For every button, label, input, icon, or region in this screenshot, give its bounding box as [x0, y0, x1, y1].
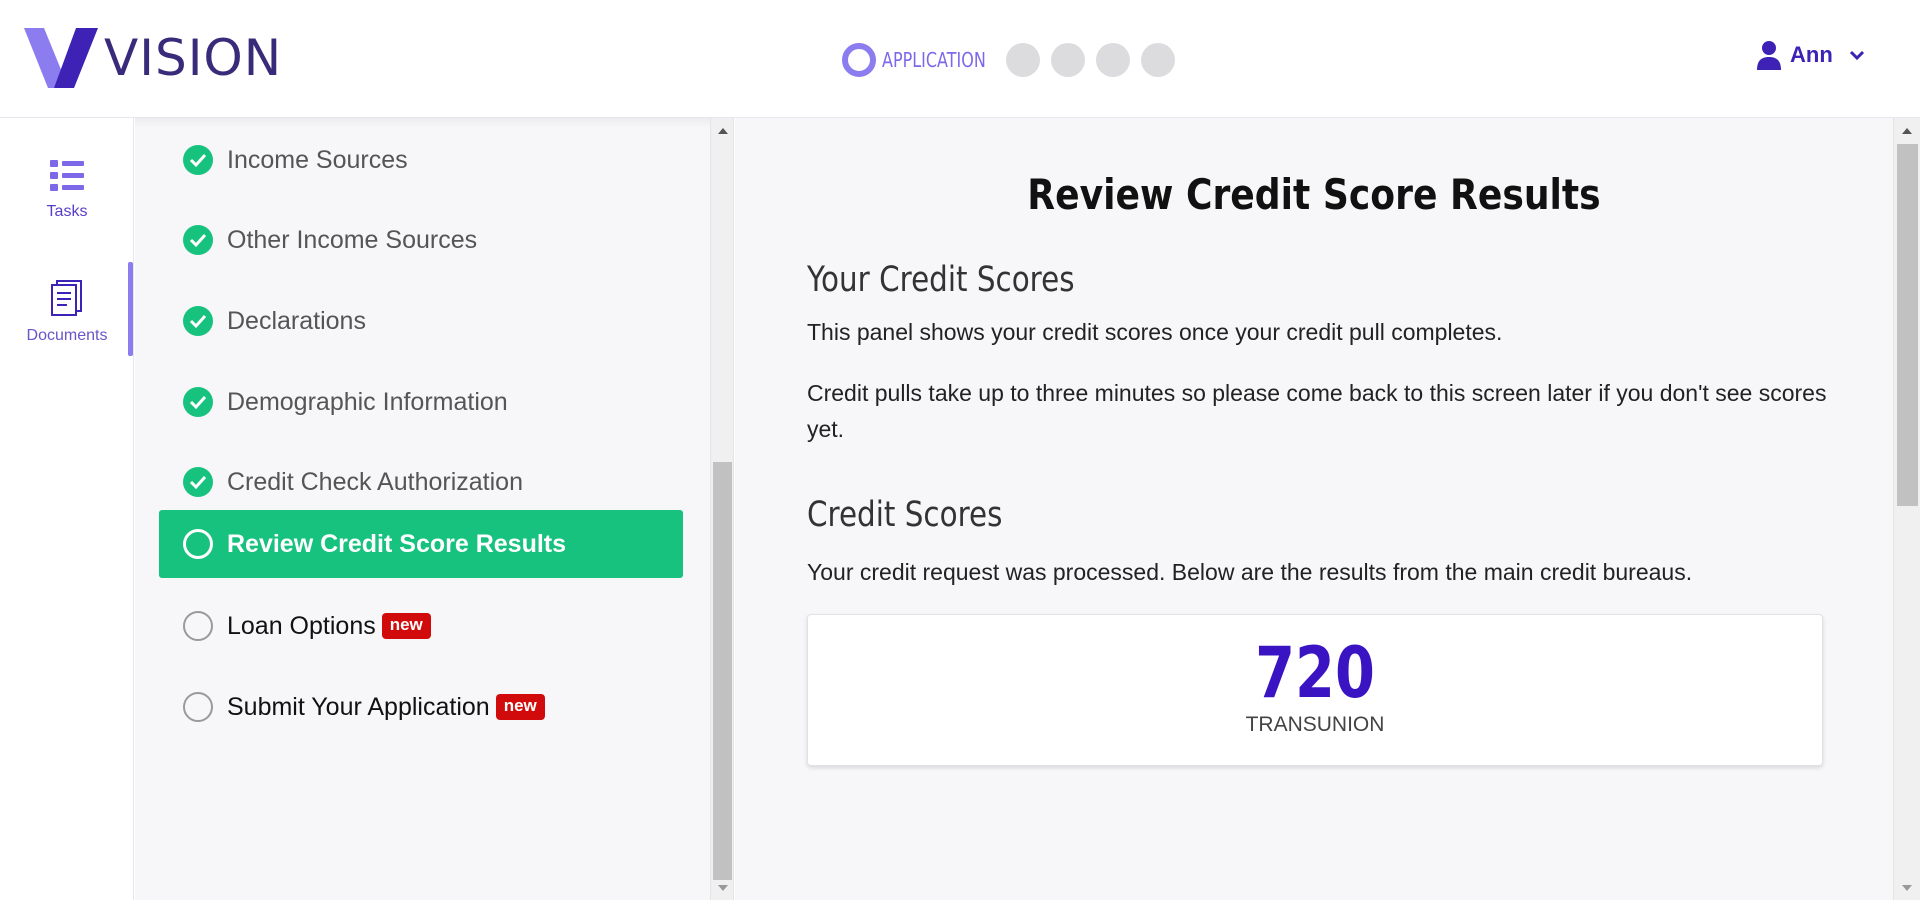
task-label: Income Sources: [227, 145, 408, 174]
scrollbar-thumb[interactable]: [1897, 144, 1918, 506]
vision-logo[interactable]: VISION: [24, 28, 282, 88]
circle-outline-icon: [183, 611, 213, 641]
scroll-down-arrow-icon[interactable]: [718, 885, 728, 891]
task-item-income-sources[interactable]: Income Sources: [159, 126, 683, 194]
credit-score-card: 720 TRANSUNION: [807, 614, 1823, 766]
task-label: Other Income Sources: [227, 225, 478, 254]
scrollbar-thumb[interactable]: [713, 462, 732, 880]
vision-logo-mark-icon: [24, 28, 98, 88]
progress-step-dot: [1051, 43, 1085, 77]
progress-step-dot: [1006, 43, 1040, 77]
chevron-down-icon: [1849, 50, 1864, 61]
check-circle-icon: [183, 467, 213, 497]
section-description: This panel shows your credit scores once…: [807, 319, 1503, 345]
task-label: Submit Your Application: [227, 692, 490, 721]
user-name: Ann: [1790, 42, 1833, 67]
rail-item-label: Documents: [26, 327, 108, 344]
task-item-loan-options[interactable]: Loan Options new: [159, 592, 683, 660]
progress-step-current: [842, 43, 876, 77]
task-label: Review Credit Score Results: [227, 529, 567, 558]
circle-outline-icon: [183, 529, 213, 559]
app-header: VISION APPLICATION Ann: [0, 0, 1920, 118]
progress-step-dot: [1141, 43, 1175, 77]
user-icon: [1757, 41, 1781, 70]
check-circle-icon: [183, 306, 213, 336]
new-badge: new: [381, 613, 431, 639]
task-label: Demographic Information: [227, 387, 508, 416]
scroll-up-arrow-icon[interactable]: [1902, 128, 1912, 134]
section-heading-credit-scores: Credit Scores: [807, 495, 1003, 535]
task-label: Loan Options: [227, 611, 376, 640]
scroll-down-arrow-icon[interactable]: [1902, 885, 1912, 891]
task-item-declarations[interactable]: Declarations: [159, 287, 683, 355]
check-circle-icon: [183, 387, 213, 417]
task-label: Declarations: [227, 306, 366, 335]
credit-bureau-name: TRANSUNION: [1245, 713, 1385, 736]
task-item-submit-your-application[interactable]: Submit Your Application new: [159, 673, 683, 741]
main-scrollbar[interactable]: [1893, 118, 1920, 900]
left-nav-rail: Tasks Documents: [0, 118, 134, 900]
task-list-scrollbar[interactable]: [710, 118, 734, 900]
progress-step-dot: [1096, 43, 1130, 77]
main-content: Review Credit Score Results Your Credit …: [735, 118, 1893, 900]
application-progress: APPLICATION: [842, 43, 1186, 77]
check-circle-icon: [183, 225, 213, 255]
credit-score-value: 720: [1255, 632, 1375, 714]
scroll-up-arrow-icon[interactable]: [718, 128, 728, 134]
task-list: Income Sources Other Income Sources Decl…: [135, 118, 711, 900]
circle-outline-icon: [183, 692, 213, 722]
list-icon: [50, 160, 84, 191]
task-item-demographic-information[interactable]: Demographic Information: [159, 368, 683, 436]
rail-item-tasks[interactable]: Tasks: [0, 160, 134, 221]
section-heading-your-credit-scores: Your Credit Scores: [807, 260, 1075, 300]
section-note: Credit pulls take up to three minutes so…: [807, 380, 1827, 442]
task-item-credit-check-authorization[interactable]: Credit Check Authorization: [159, 448, 683, 516]
section-status-text: Your credit request was processed. Below…: [807, 559, 1693, 585]
new-badge: new: [495, 694, 545, 720]
logo-wordmark: VISION: [104, 29, 283, 87]
document-icon: [51, 280, 82, 316]
rail-item-label: Tasks: [46, 203, 88, 220]
user-menu[interactable]: Ann: [1756, 40, 1865, 70]
task-label: Credit Check Authorization: [227, 467, 523, 496]
page-title: Review Credit Score Results: [1027, 170, 1601, 219]
rail-item-documents[interactable]: Documents: [0, 280, 134, 345]
task-item-review-credit-score-results[interactable]: Review Credit Score Results: [159, 510, 683, 578]
task-item-other-income-sources[interactable]: Other Income Sources: [159, 206, 683, 274]
check-circle-icon: [183, 145, 213, 175]
progress-step-label: APPLICATION: [882, 48, 986, 72]
